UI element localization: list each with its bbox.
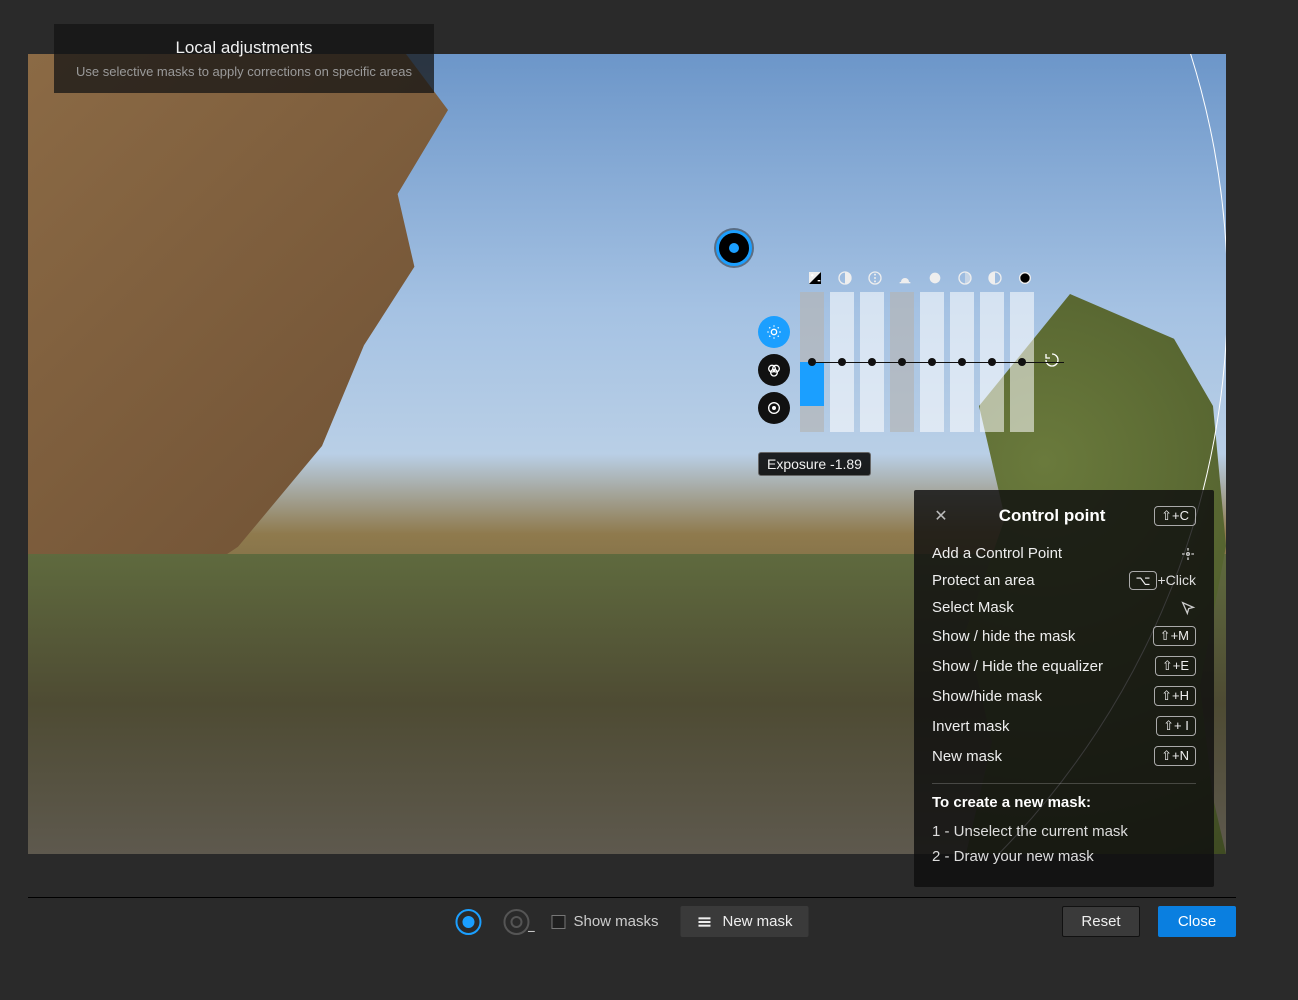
eq-tab-color[interactable] [758,354,790,386]
help-row-label: Protect an area [932,572,1035,589]
help-row-4: Show / Hide the equalizer ⇧+E [932,651,1196,681]
help-step-1: 1 - Unselect the current mask [932,819,1196,844]
mask-tool-control-point[interactable] [455,909,481,935]
micro-contrast-icon [867,270,883,286]
reset-button[interactable]: Reset [1062,906,1140,937]
hint-tooltip: Local adjustments Use selective masks to… [54,24,434,93]
shortcut-text: ⌥+Click [1129,572,1197,589]
close-button[interactable]: Close [1158,906,1236,937]
help-row-7: New mask ⇧+N [932,741,1196,771]
equalizer-sliders [800,292,1034,432]
control-point-marker[interactable] [716,230,752,266]
equalizer-connect-line [812,362,1064,363]
help-row-label: Show / Hide the equalizer [932,658,1103,675]
mask-tool-control-point-minus[interactable]: − [503,909,529,935]
exposure-icon [807,270,823,286]
scene-rock [28,54,448,614]
show-masks-label: Show masks [573,913,658,930]
help-title: Control point [950,506,1154,526]
shortcut-badge: ⇧+N [1154,746,1196,766]
equalizer-value-tooltip: Exposure -1.89 [758,452,871,476]
help-row-2: Select Mask [932,594,1196,621]
shadows-icon [987,270,1003,286]
help-row-label: New mask [932,748,1002,765]
help-row-label: Show/hide mask [932,688,1042,705]
blacks-icon [1017,270,1033,286]
help-row-3: Show / hide the mask ⇧+M [932,621,1196,651]
help-row-label: Show / hide the mask [932,628,1075,645]
help-create-heading: To create a new mask: [932,794,1196,811]
help-row-label: Select Mask [932,599,1014,616]
close-icon[interactable]: ✕ [932,507,950,525]
eq-tab-light[interactable] [758,316,790,348]
help-row-label: Add a Control Point [932,545,1062,562]
equalizer-reset-icon[interactable] [1044,352,1062,370]
new-mask-button[interactable]: New mask [681,906,809,937]
highlights-icon [927,270,943,286]
contrast-icon [837,270,853,286]
eq-tab-detail[interactable] [758,392,790,424]
equalizer-category-tabs [758,316,790,424]
bottom-toolbar: − Show masks New mask Reset Close [28,897,1236,945]
shortcut-badge: ⇧+M [1153,626,1196,646]
new-mask-label: New mask [723,913,793,930]
shortcut-badge: ⇧+H [1154,686,1196,706]
control-point-help-panel: ✕ Control point ⇧+C Add a Control Point P… [914,490,1214,887]
help-row-5: Show/hide mask ⇧+H [932,681,1196,711]
target-icon [1180,546,1196,562]
help-title-shortcut: ⇧+C [1154,506,1196,526]
help-row-label: Invert mask [932,718,1010,735]
divider [932,783,1196,784]
equalizer-column-icons [800,270,1034,286]
help-step-2: 2 - Draw your new mask [932,844,1196,869]
help-row-1: Protect an area ⌥+Click [932,567,1196,594]
show-masks-checkbox[interactable]: Show masks [551,913,658,930]
clearview-icon [897,270,913,286]
shortcut-badge: ⇧+ I [1156,716,1196,736]
cursor-icon [1180,600,1196,616]
help-row-6: Invert mask ⇧+ I [932,711,1196,741]
hint-title: Local adjustments [76,38,412,58]
shortcut-badge: ⇧+E [1155,656,1196,676]
help-row-0: Add a Control Point [932,540,1196,567]
midtones-icon [957,270,973,286]
hint-subtitle: Use selective masks to apply corrections… [76,64,412,79]
equalizer-panel [758,270,1034,432]
